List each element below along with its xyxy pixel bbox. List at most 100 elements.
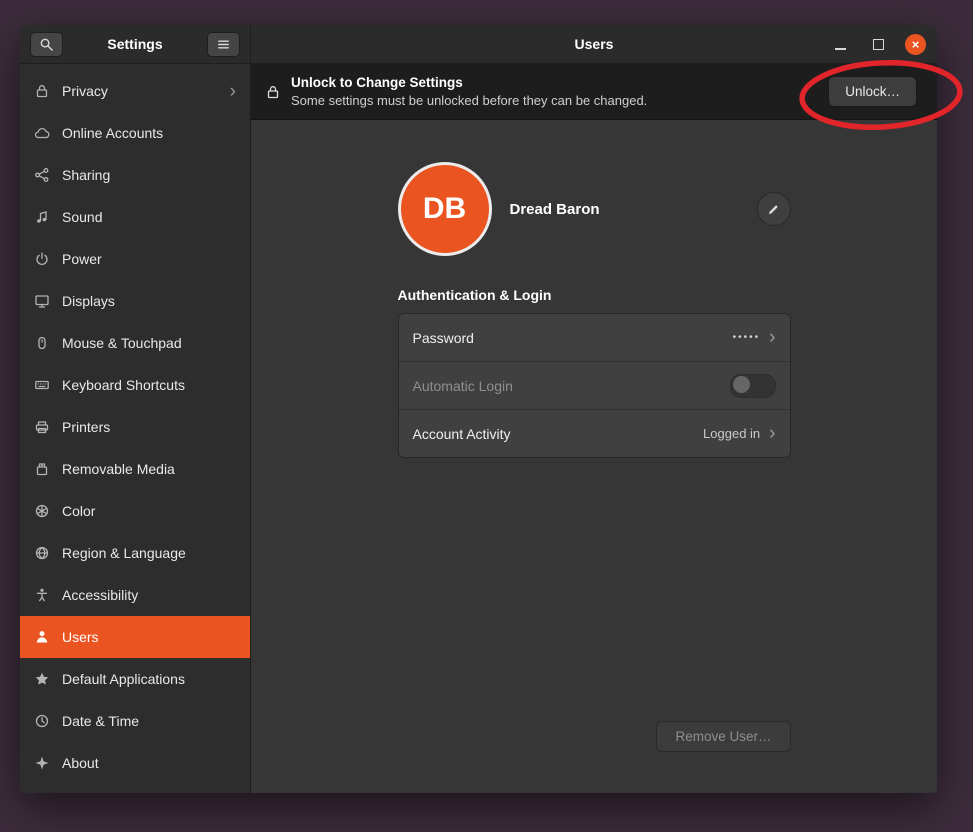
monitor-icon: [34, 293, 50, 309]
sidebar-item-sharing[interactable]: Sharing: [20, 154, 250, 196]
sidebar-item-label: Keyboard Shortcuts: [62, 377, 236, 393]
color-wheel-icon: [34, 503, 50, 519]
infobar-text: Unlock to Change Settings Some settings …: [291, 75, 818, 108]
sidebar-item-label: Removable Media: [62, 461, 236, 477]
accessibility-icon: [34, 587, 50, 603]
printer-icon: [34, 419, 50, 435]
sidebar: Settings Privacy › Online Accounts: [20, 25, 251, 793]
sidebar-item-label: Mouse & Touchpad: [62, 335, 236, 351]
account-activity-value: Logged in: [703, 426, 760, 441]
menu-button[interactable]: [207, 32, 240, 57]
chevron-right-icon: ›: [769, 328, 775, 347]
globe-icon: [34, 545, 50, 561]
remove-user-button[interactable]: Remove User…: [656, 721, 790, 752]
sidebar-item-label: Sharing: [62, 167, 236, 183]
password-row[interactable]: Password ••••• ›: [399, 314, 790, 361]
desktop: Settings Privacy › Online Accounts: [0, 0, 973, 832]
sidebar-item-label: Printers: [62, 419, 236, 435]
account-activity-row[interactable]: Account Activity Logged in ›: [399, 409, 790, 457]
sidebar-item-sound[interactable]: Sound: [20, 196, 250, 238]
sidebar-item-default-applications[interactable]: Default Applications: [20, 658, 250, 700]
sidebar-item-power[interactable]: Power: [20, 238, 250, 280]
sidebar-item-label: Privacy: [62, 83, 218, 99]
infobar-subtitle: Some settings must be unlocked before th…: [291, 93, 818, 108]
edit-user-button[interactable]: [757, 192, 791, 226]
avatar-initials: DB: [423, 192, 466, 226]
minimize-icon: [835, 48, 846, 50]
clock-icon: [34, 713, 50, 729]
mouse-icon: [34, 335, 50, 351]
keyboard-icon: [34, 377, 50, 393]
users-page: DB Dread Baron Authentication & Login Pa…: [251, 120, 937, 793]
pencil-icon: [766, 201, 782, 217]
unlock-button[interactable]: Unlock…: [828, 76, 917, 107]
sidebar-item-online-accounts[interactable]: Online Accounts: [20, 112, 250, 154]
unlock-infobar: Unlock to Change Settings Some settings …: [251, 64, 937, 120]
user-name: Dread Baron: [510, 201, 600, 218]
avatar: DB: [398, 162, 492, 256]
sidebar-title: Settings: [71, 36, 199, 52]
row-label: Automatic Login: [413, 378, 721, 394]
close-button[interactable]: ×: [905, 34, 926, 55]
power-icon: [34, 251, 50, 267]
sidebar-item-color[interactable]: Color: [20, 490, 250, 532]
sidebar-header: Settings: [20, 25, 250, 64]
sidebar-item-accessibility[interactable]: Accessibility: [20, 574, 250, 616]
maximize-icon: [873, 39, 884, 50]
search-button[interactable]: [30, 32, 63, 57]
sidebar-item-printers[interactable]: Printers: [20, 406, 250, 448]
automatic-login-row: Automatic Login: [399, 361, 790, 409]
toggle-knob: [733, 376, 750, 393]
search-icon: [39, 36, 55, 52]
sidebar-item-label: Default Applications: [62, 671, 236, 687]
cloud-icon: [34, 125, 50, 141]
sidebar-item-label: Users: [62, 629, 236, 645]
lock-icon: [265, 84, 281, 100]
sidebar-item-label: Region & Language: [62, 545, 236, 561]
share-icon: [34, 167, 50, 183]
hamburger-icon: [216, 36, 232, 52]
sidebar-item-label: Displays: [62, 293, 236, 309]
chevron-right-icon: ›: [230, 82, 236, 101]
sidebar-item-date-time[interactable]: Date & Time: [20, 700, 250, 742]
minimize-button[interactable]: [829, 33, 851, 55]
chevron-right-icon: ›: [769, 424, 775, 443]
window-controls: ×: [829, 33, 937, 55]
sidebar-item-label: Power: [62, 251, 236, 267]
settings-window: Settings Privacy › Online Accounts: [20, 25, 937, 793]
sidebar-item-region-language[interactable]: Region & Language: [20, 532, 250, 574]
sidebar-item-label: Sound: [62, 209, 236, 225]
sidebar-item-removable-media[interactable]: Removable Media: [20, 448, 250, 490]
sidebar-item-label: Online Accounts: [62, 125, 236, 141]
users-panel: DB Dread Baron Authentication & Login Pa…: [398, 120, 791, 793]
sidebar-item-label: Accessibility: [62, 587, 236, 603]
removable-media-icon: [34, 461, 50, 477]
sidebar-item-displays[interactable]: Displays: [20, 280, 250, 322]
maximize-button[interactable]: [867, 33, 889, 55]
row-label: Account Activity: [413, 426, 695, 442]
close-icon: ×: [912, 38, 920, 51]
row-label: Password: [413, 330, 724, 346]
sidebar-item-about[interactable]: About: [20, 742, 250, 784]
sidebar-item-users[interactable]: Users: [20, 616, 250, 658]
sidebar-item-privacy[interactable]: Privacy ›: [20, 70, 250, 112]
section-title-authentication: Authentication & Login: [398, 287, 791, 303]
sparkle-icon: [34, 755, 50, 771]
sidebar-item-label: About: [62, 755, 236, 771]
sidebar-item-keyboard-shortcuts[interactable]: Keyboard Shortcuts: [20, 364, 250, 406]
sidebar-item-mouse-touchpad[interactable]: Mouse & Touchpad: [20, 322, 250, 364]
sidebar-item-label: Color: [62, 503, 236, 519]
titlebar: Users ×: [251, 25, 937, 64]
user-header: DB Dread Baron: [398, 161, 791, 257]
sidebar-nav: Privacy › Online Accounts Sharing Sound: [20, 64, 250, 784]
music-note-icon: [34, 209, 50, 225]
sidebar-item-label: Date & Time: [62, 713, 236, 729]
auth-listbox: Password ••••• › Automatic Login Account…: [398, 313, 791, 458]
infobar-title: Unlock to Change Settings: [291, 75, 818, 90]
automatic-login-toggle[interactable]: [730, 374, 776, 398]
lock-icon: [34, 83, 50, 99]
password-dots: •••••: [733, 332, 761, 343]
content-area: Users × Unlock to Change Settings Some s…: [251, 25, 937, 793]
star-icon: [34, 671, 50, 687]
users-icon: [34, 629, 50, 645]
